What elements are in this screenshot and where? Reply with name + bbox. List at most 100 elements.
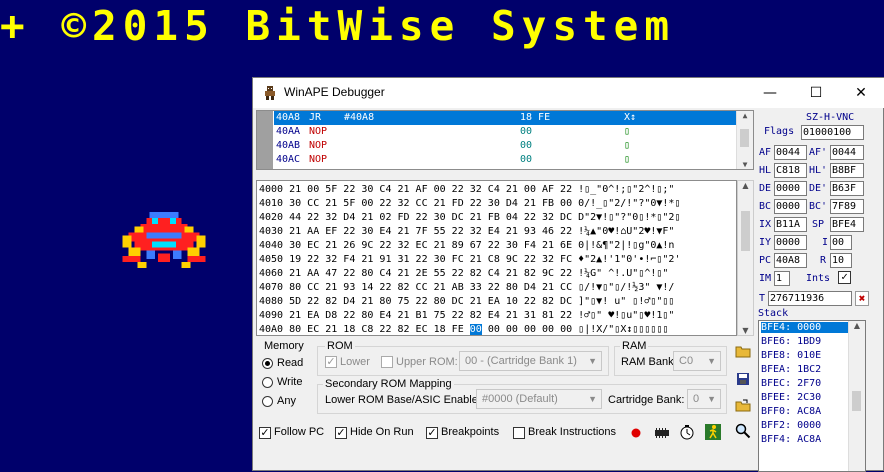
ram-bank-select[interactable]: C0 ▼ [673, 351, 721, 371]
maximize-button[interactable]: ☐ [793, 78, 839, 108]
upper-rom-checkbox[interactable] [381, 356, 393, 368]
flags-field[interactable]: 01000100 [801, 125, 864, 140]
upper-rom-select[interactable]: 00 - (Cartridge Bank 1) ▼ [459, 351, 602, 371]
stack-row[interactable]: BFF0: AC8A [761, 406, 821, 417]
game-sprite [122, 212, 206, 268]
open-folder-icon[interactable] [734, 342, 752, 360]
disasm-row[interactable]: 40AC NOP 00 ▯ [274, 153, 739, 167]
disasm-row[interactable]: 40A8 JR #40A8 18 FE X↕ [274, 111, 739, 125]
disassembly-pane[interactable]: 40A8 JR #40A8 18 FE X↕ 40AA NOP 00 ▯ 40A… [256, 110, 754, 170]
disasm-row[interactable]: 40AA NOP 00 ▯ [274, 125, 739, 139]
stack-list[interactable]: BFE4: 0000 BFE6: 1BD9 BFE8: 010E BFEA: 1… [758, 320, 866, 472]
breakpoints-label[interactable]: Breakpoints [441, 426, 499, 438]
disasm-scrollbar[interactable]: ▲ ▼ [736, 111, 753, 169]
reg-im[interactable]: 1 [774, 271, 790, 286]
hex-bytes[interactable]: 30 EC 21 26 9C 22 32 EC 21 89 67 22 30 F… [289, 240, 572, 251]
hex-row: 4090 21 EA D8 22 80 E4 21 B1 75 22 82 E4… [259, 309, 674, 323]
breakpoints-checkbox[interactable]: ✓ [426, 427, 438, 439]
hex-bytes[interactable]: 19 22 32 F4 21 91 31 22 30 FC 21 C8 9C 2… [289, 254, 572, 265]
memory-write-radio[interactable] [262, 377, 273, 388]
record-icon[interactable] [627, 424, 645, 442]
reg-iy[interactable]: 0000 [774, 235, 807, 250]
scroll-thumb[interactable] [852, 391, 861, 411]
ram-bank-value: C0 [679, 355, 694, 367]
scroll-down-icon[interactable]: ▼ [737, 160, 753, 169]
memory-read-radio[interactable] [262, 358, 273, 369]
memory-read-label[interactable]: Read [277, 357, 303, 369]
title-bar[interactable]: WinAPE Debugger — ☐ ✕ [253, 78, 884, 108]
stack-row[interactable]: BFF2: 0000 [761, 420, 821, 431]
reg-de2[interactable]: B63F [830, 181, 864, 196]
hex-bytes[interactable]: 80 EC 21 18 C8 22 82 EC 18 FE [289, 324, 464, 335]
reg-pc[interactable]: 40A8 [774, 253, 807, 268]
hex-bytes[interactable]: 30 CC 21 5F 00 22 32 CC 21 FD 22 30 D4 2… [289, 198, 572, 209]
hex-bytes[interactable]: 80 CC 21 93 14 22 82 CC 21 AB 33 22 80 D… [289, 282, 572, 293]
rom-base-select[interactable]: #0000 (Default) ▼ [476, 389, 602, 409]
reg-i[interactable]: 00 [830, 235, 852, 250]
reg-ix[interactable]: B11A [774, 217, 807, 232]
memory-chip-icon[interactable] [653, 424, 671, 442]
reset-counter-icon[interactable]: ✖ [855, 291, 869, 306]
break-instructions-checkbox[interactable] [513, 427, 525, 439]
reg-hl[interactable]: C818 [774, 163, 807, 178]
reg-r[interactable]: 10 [830, 253, 852, 268]
stack-row[interactable]: BFEC: 2F70 [761, 378, 821, 389]
scroll-up-icon[interactable]: ▲ [738, 181, 753, 190]
reg-af2[interactable]: 0044 [830, 145, 864, 160]
t-state-counter[interactable]: 276711936 [768, 291, 852, 306]
hex-row: 4010 30 CC 21 5F 00 22 32 CC 21 FD 22 30… [259, 197, 680, 211]
run-icon[interactable] [704, 423, 722, 441]
timer-icon[interactable] [678, 423, 696, 441]
stack-row[interactable]: BFEE: 2C30 [761, 392, 821, 403]
ints-checkbox[interactable]: ✓ [838, 271, 851, 284]
memory-write-label[interactable]: Write [277, 376, 302, 388]
save-icon[interactable] [734, 370, 752, 388]
memory-hex-pane[interactable]: 4000 21 00 5F 22 30 C4 21 AF 00 22 32 C4… [256, 180, 737, 336]
stack-scrollbar[interactable]: ▲ [848, 321, 865, 471]
reg-de[interactable]: 0000 [774, 181, 807, 196]
close-button[interactable]: ✕ [838, 78, 884, 108]
hex-bytes[interactable]: 21 00 5F 22 30 C4 21 AF 00 22 32 C4 21 0… [289, 184, 572, 195]
minimize-button[interactable]: — [747, 78, 793, 108]
break-instructions-label[interactable]: Break Instructions [528, 426, 616, 438]
hex-cursor-byte[interactable]: 00 [469, 324, 482, 335]
reg-af[interactable]: 0044 [774, 145, 807, 160]
stack-row[interactable]: BFE4: 0000 [761, 322, 851, 333]
lower-rom-checkbox[interactable]: ✓ [325, 356, 337, 368]
hide-on-run-label[interactable]: Hide On Run [350, 426, 414, 438]
breakpoint-gutter[interactable] [257, 111, 273, 169]
reg-sp[interactable]: BFE4 [830, 217, 864, 232]
disasm-row[interactable]: 40AB NOP 00 ▯ [274, 139, 739, 153]
cartridge-bank-select[interactable]: 0 ▼ [687, 389, 721, 409]
stack-row[interactable]: BFF4: AC8A [761, 434, 821, 445]
disasm-op: NOP [309, 140, 328, 151]
follow-pc-label[interactable]: Follow PC [274, 426, 324, 438]
hex-bytes[interactable]: 5D 22 82 D4 21 80 75 22 80 DC 21 EA 10 2… [289, 296, 572, 307]
stack-row[interactable]: BFE8: 010E [761, 350, 821, 361]
hex-bytes[interactable]: 21 AA EF 22 30 E4 21 7F 55 22 32 E4 21 9… [289, 226, 572, 237]
follow-pc-checkbox[interactable]: ✓ [259, 427, 271, 439]
scroll-up-icon[interactable]: ▲ [737, 111, 753, 120]
hex-bytes[interactable]: 00 00 00 00 00 [488, 324, 572, 335]
stack-row[interactable]: BFE6: 1BD9 [761, 336, 821, 347]
search-icon[interactable] [734, 422, 752, 440]
reg-label-bc2: BC' [809, 201, 828, 212]
reg-bc2[interactable]: 7F89 [830, 199, 864, 214]
stack-row[interactable]: BFEA: 1BC2 [761, 364, 821, 375]
hide-on-run-checkbox[interactable]: ✓ [335, 427, 347, 439]
memory-any-label[interactable]: Any [277, 395, 296, 407]
export-icon[interactable] [734, 396, 752, 414]
memory-any-radio[interactable] [262, 396, 273, 407]
hex-row: 4050 19 22 32 F4 21 91 31 22 30 FC 21 C8… [259, 253, 680, 267]
banner-text: + ©2015 BitWise System [0, 2, 676, 50]
scroll-thumb[interactable] [740, 129, 749, 147]
hex-scrollbar[interactable]: ▲ ▼ [737, 180, 754, 336]
reg-hl2[interactable]: B8BF [830, 163, 864, 178]
hex-bytes[interactable]: 44 22 32 D4 21 02 FD 22 30 DC 21 FB 04 2… [289, 212, 572, 223]
hex-bytes[interactable]: 21 AA 47 22 80 C4 21 2E 55 22 82 C4 21 8… [289, 268, 572, 279]
reg-bc[interactable]: 0000 [774, 199, 807, 214]
scroll-up-icon[interactable]: ▲ [849, 321, 865, 330]
hex-bytes[interactable]: 21 EA D8 22 80 E4 21 B1 75 22 82 E4 21 3… [289, 310, 572, 321]
scroll-down-icon[interactable]: ▼ [738, 326, 753, 335]
scroll-thumb[interactable] [741, 211, 750, 251]
